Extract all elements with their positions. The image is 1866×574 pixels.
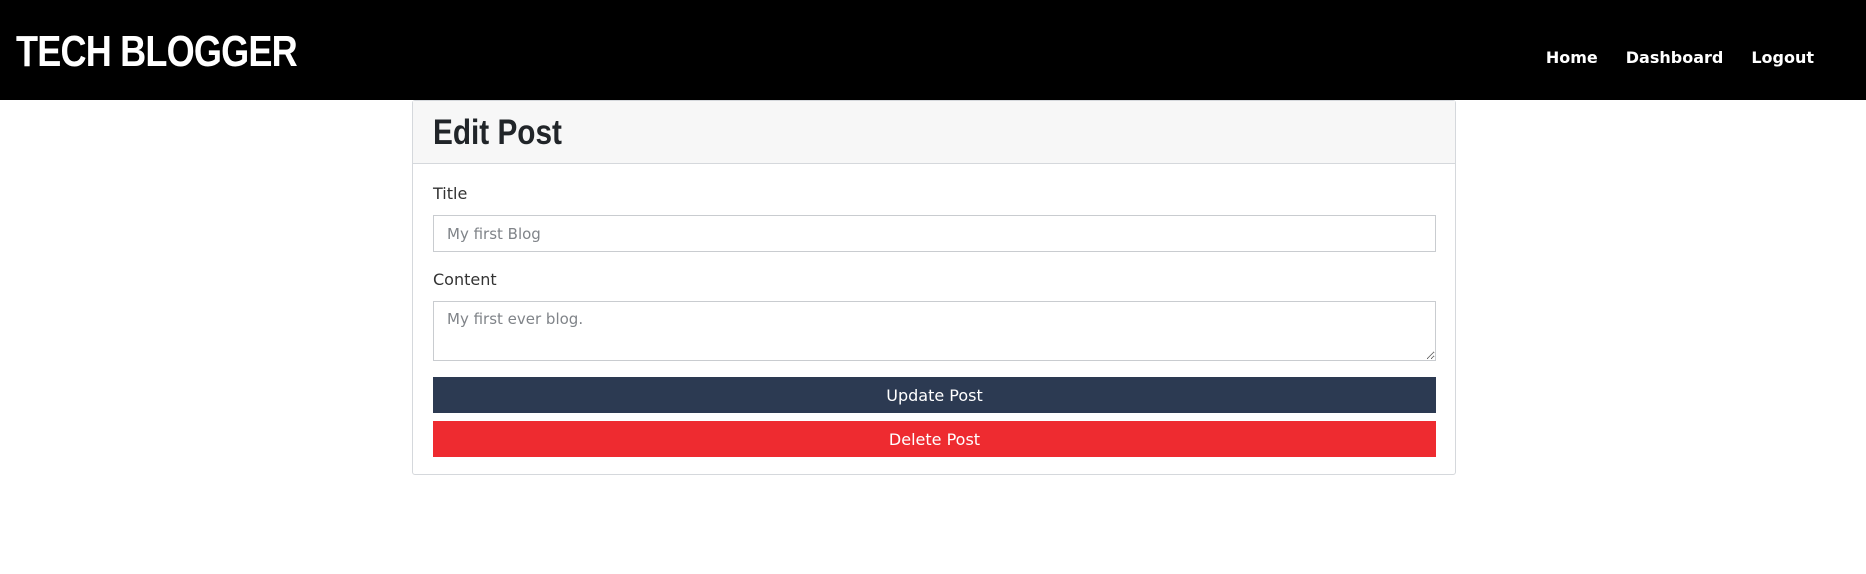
nav-link-dashboard[interactable]: Dashboard <box>1626 48 1724 68</box>
nav-links: Home Dashboard Logout <box>1546 48 1814 68</box>
content-label: Content <box>433 270 497 289</box>
page-title: Edit Post <box>433 113 562 152</box>
nav-link-logout[interactable]: Logout <box>1751 48 1814 68</box>
delete-post-button[interactable]: Delete Post <box>433 421 1436 457</box>
title-input[interactable] <box>433 215 1436 252</box>
card-header: Edit Post <box>413 101 1455 164</box>
content-textarea[interactable] <box>433 301 1436 361</box>
top-navbar: TECH BLOGGER Home Dashboard Logout <box>0 0 1866 100</box>
edit-post-card: Edit Post Title Content Update Post Dele… <box>412 100 1456 475</box>
update-post-button[interactable]: Update Post <box>433 377 1436 413</box>
brand-logo[interactable]: TECH BLOGGER <box>16 30 298 74</box>
title-label: Title <box>433 184 468 203</box>
nav-link-home[interactable]: Home <box>1546 48 1598 68</box>
edit-post-form: Title Content Update Post Delete Post <box>413 164 1455 457</box>
